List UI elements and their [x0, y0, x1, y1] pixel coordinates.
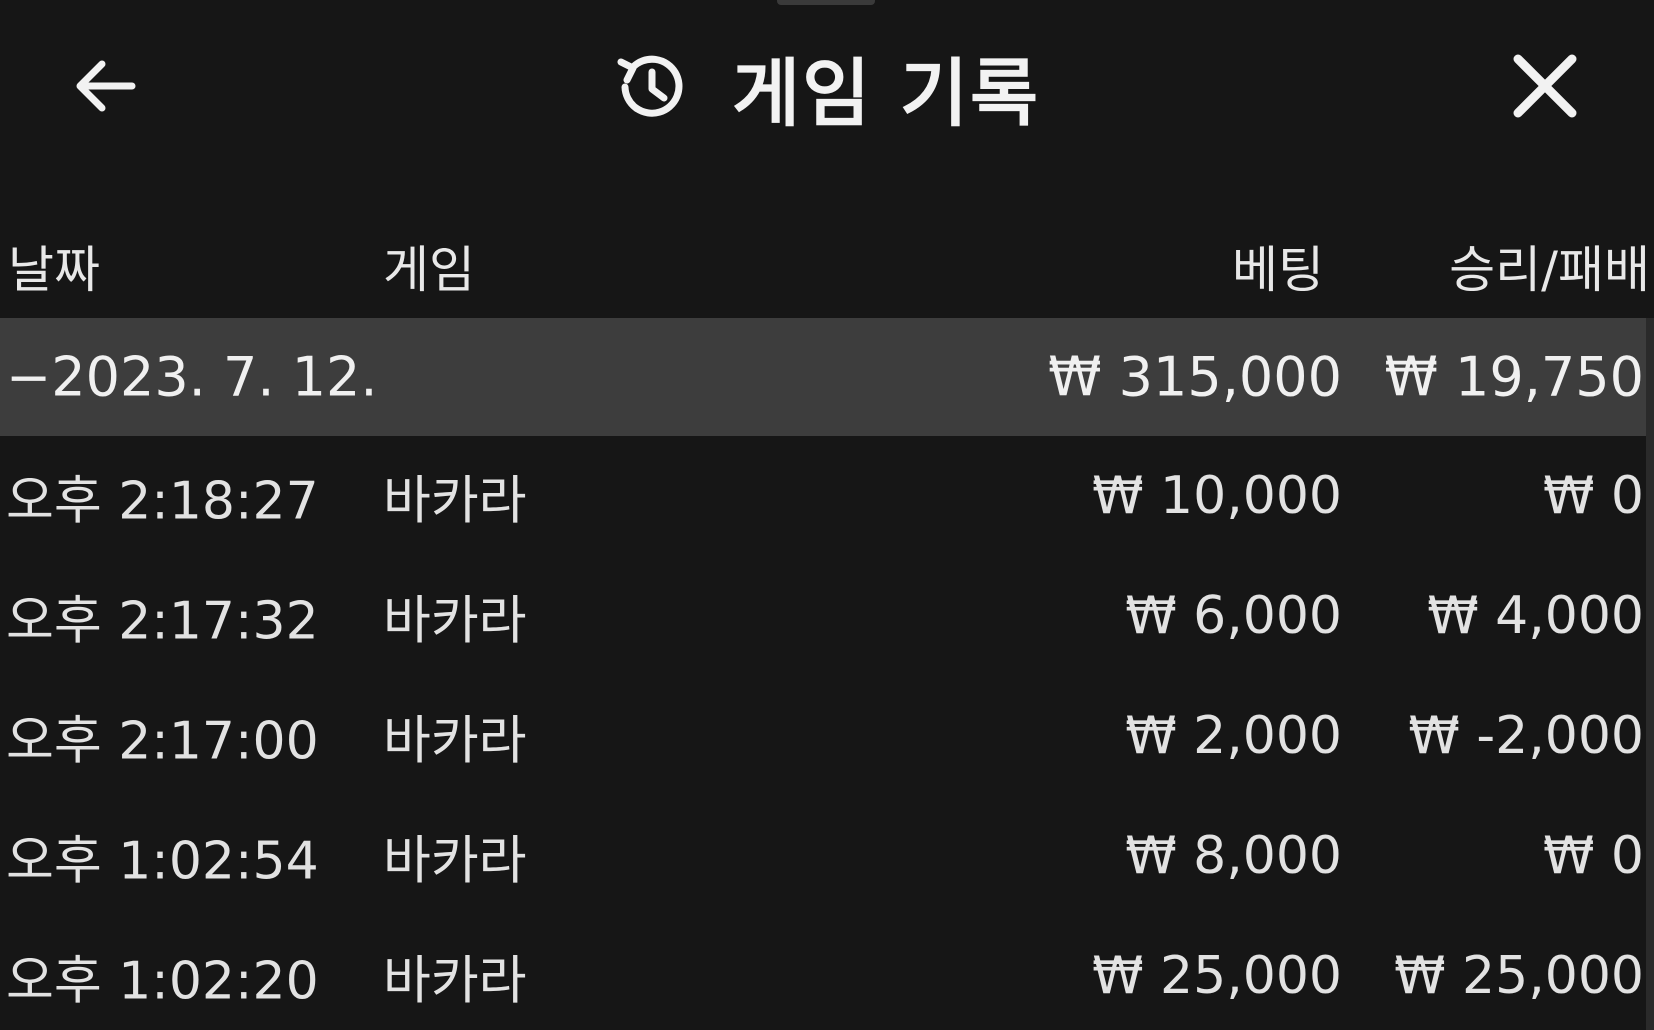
date-group-row[interactable]: −2023. 7. 12. ₩ 315,000 ₩ 19,750 [0, 318, 1654, 436]
table-row[interactable]: 오후 1:02:54 바카라 ₩ 8,000 ₩ 0 [0, 796, 1654, 916]
column-header-result[interactable]: 승리/패배 [1449, 230, 1650, 302]
date-group-bet-total: ₩ 315,000 [1048, 345, 1342, 409]
row-bet: ₩ 10,000 [1092, 466, 1342, 526]
column-header-bet[interactable]: 베팅 [1232, 230, 1324, 302]
row-time: 오후 1:02:54 [6, 831, 319, 892]
row-game: 바카라 [383, 591, 527, 652]
date-group-date: −2023. 7. 12. [6, 345, 378, 409]
row-bet: ₩ 6,000 [1125, 586, 1342, 646]
column-header-game[interactable]: 게임 [383, 230, 475, 302]
header: 게임 기록 [0, 0, 1654, 175]
arrow-left-icon [70, 56, 140, 120]
row-game: 바카라 [383, 471, 527, 532]
page-title: 게임 기록 [732, 50, 1041, 137]
row-time: 오후 2:17:00 [6, 711, 319, 772]
column-header-date[interactable]: 날짜 [8, 230, 100, 302]
date-group-result-total: ₩ 19,750 [1384, 345, 1644, 409]
row-time: 오후 1:02:20 [6, 951, 319, 1012]
history-clock-icon [610, 47, 690, 127]
row-bet: ₩ 2,000 [1125, 706, 1342, 766]
row-result: ₩ 0 [1542, 466, 1644, 526]
close-button[interactable] [1500, 45, 1590, 130]
row-result: ₩ 4,000 [1427, 586, 1644, 646]
row-bet: ₩ 25,000 [1092, 946, 1342, 1006]
row-game: 바카라 [383, 711, 527, 772]
close-icon [1510, 51, 1580, 125]
history-table: −2023. 7. 12. ₩ 315,000 ₩ 19,750 오후 2:18… [0, 318, 1654, 1030]
row-time: 오후 2:17:32 [6, 591, 319, 652]
back-button[interactable] [60, 48, 150, 128]
row-time: 오후 2:18:27 [6, 471, 319, 532]
row-result: ₩ 0 [1542, 826, 1644, 886]
table-row[interactable]: 오후 2:17:32 바카라 ₩ 6,000 ₩ 4,000 [0, 556, 1654, 676]
row-result: ₩ 25,000 [1394, 946, 1644, 1006]
table-row[interactable]: 오후 1:02:20 바카라 ₩ 25,000 ₩ 25,000 [0, 916, 1654, 1030]
title-group: 게임 기록 [610, 42, 1040, 137]
scrollbar[interactable] [1646, 318, 1654, 1030]
table-row[interactable]: 오후 2:18:27 바카라 ₩ 10,000 ₩ 0 [0, 436, 1654, 556]
row-bet: ₩ 8,000 [1125, 826, 1342, 886]
row-game: 바카라 [383, 831, 527, 892]
row-result: ₩ -2,000 [1408, 706, 1644, 766]
row-game: 바카라 [383, 951, 527, 1012]
table-header: 날짜 게임 베팅 승리/패배 [0, 212, 1654, 312]
table-row[interactable]: 오후 2:17:00 바카라 ₩ 2,000 ₩ -2,000 [0, 676, 1654, 796]
game-history-screen: 게임 기록 날짜 게임 베팅 승리/패배 −2023. 7. 12. ₩ 315… [0, 0, 1654, 1030]
